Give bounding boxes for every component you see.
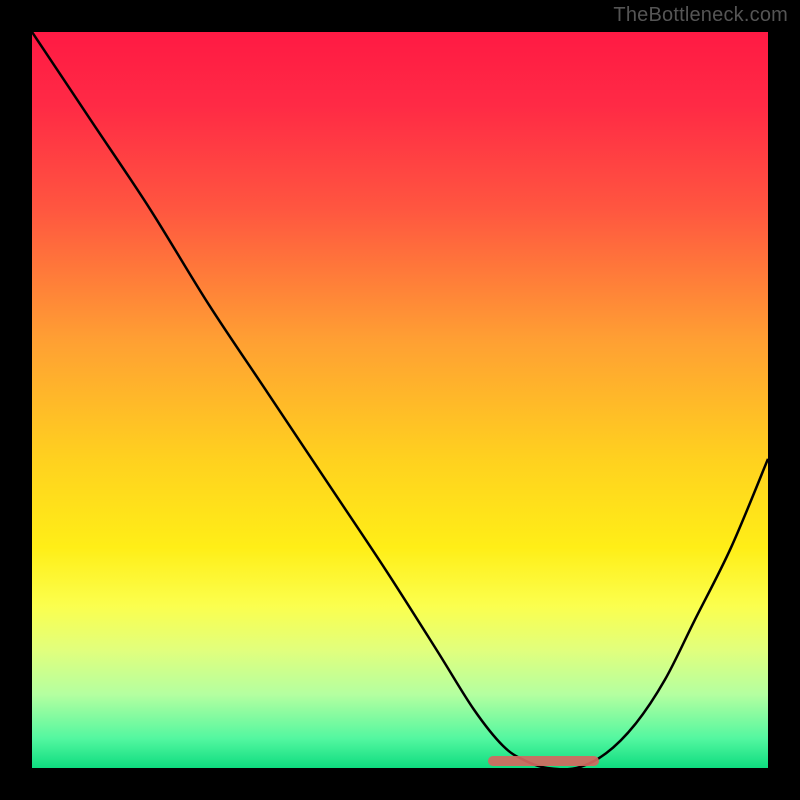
plot-area: [32, 32, 768, 768]
optimal-range-marker: [488, 756, 598, 766]
chart-frame: TheBottleneck.com: [0, 0, 800, 800]
bottleneck-curve: [32, 32, 768, 768]
watermark-text: TheBottleneck.com: [613, 4, 788, 27]
